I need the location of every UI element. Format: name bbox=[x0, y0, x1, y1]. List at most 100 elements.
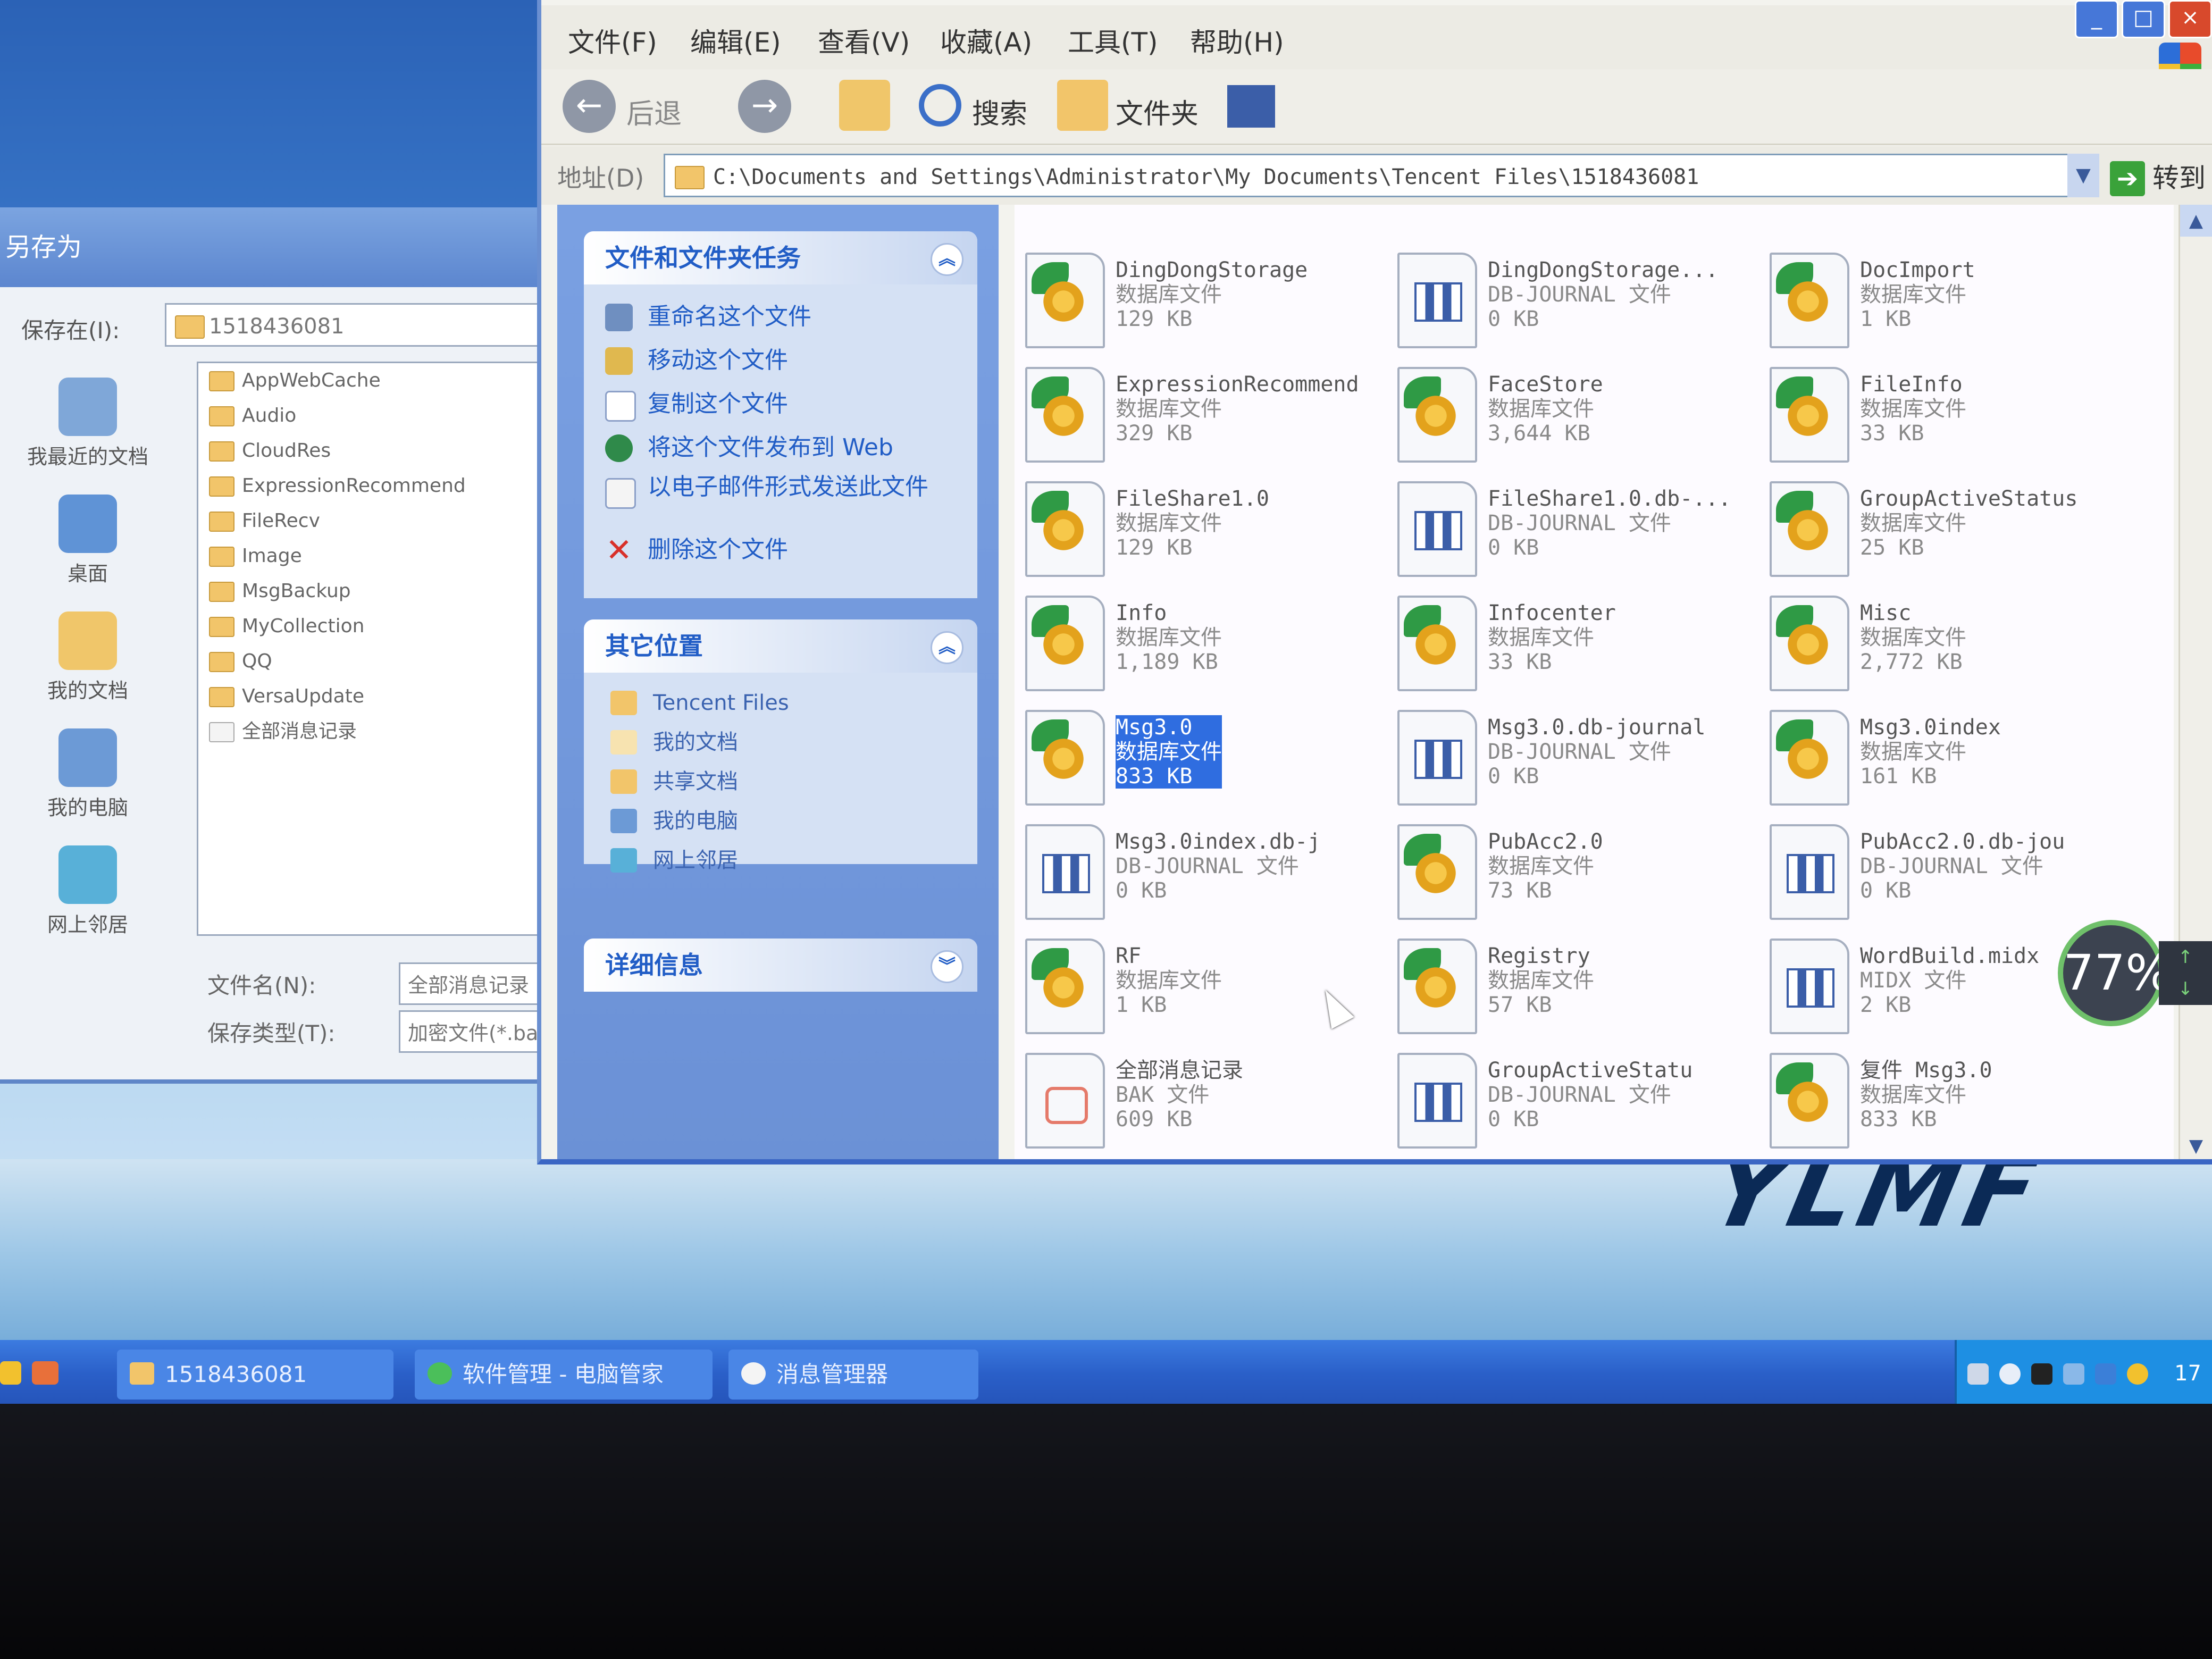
save-in-dropdown[interactable]: 1518436081 bbox=[165, 303, 580, 347]
task-publish-web[interactable]: 将这个文件发布到 Web bbox=[584, 426, 977, 470]
minimize-button[interactable]: _ bbox=[2075, 0, 2118, 38]
list-item[interactable]: ExpressionRecommend bbox=[198, 468, 578, 504]
file-item[interactable]: GroupActiveStatu DB-JOURNAL 文件 0 KB bbox=[1397, 1048, 1770, 1154]
journal-icon bbox=[1397, 253, 1477, 348]
list-item[interactable]: Image bbox=[198, 539, 578, 574]
views-icon[interactable] bbox=[1227, 85, 1275, 128]
forward-arrow-icon[interactable]: → bbox=[738, 80, 791, 133]
place-network[interactable]: 网上邻居 bbox=[0, 845, 175, 937]
file-item[interactable]: Msg3.0.db-journal DB-JOURNAL 文件 0 KB bbox=[1397, 705, 1770, 811]
file-item[interactable]: Info 数据库文件 1,189 KB bbox=[1025, 590, 1397, 697]
back-button-label[interactable]: 后退 bbox=[626, 91, 682, 131]
file-item[interactable]: Infocenter 数据库文件 33 KB bbox=[1397, 590, 1770, 697]
speed-badge[interactable]: 77% bbox=[2058, 920, 2172, 1026]
menu-tools[interactable]: 工具(T) bbox=[1068, 21, 1158, 60]
file-item[interactable]: DingDongStorage... DB-JOURNAL 文件 0 KB bbox=[1397, 247, 1770, 354]
dialog-file-list[interactable]: AppWebCache Audio CloudRes ExpressionRec… bbox=[197, 362, 580, 936]
search-icon[interactable] bbox=[919, 84, 961, 127]
file-type: DB-JOURNAL 文件 bbox=[1488, 740, 1671, 764]
keyboard-icon[interactable] bbox=[1967, 1363, 1989, 1385]
menu-view[interactable]: 查看(V) bbox=[818, 21, 910, 60]
file-item[interactable]: Misc 数据库文件 2,772 KB bbox=[1770, 590, 2142, 697]
database-icon bbox=[1770, 710, 1849, 806]
task-copy[interactable]: 复制这个文件 bbox=[584, 382, 977, 426]
menu-favorites[interactable]: 收藏(A) bbox=[940, 21, 1032, 60]
volume-icon[interactable] bbox=[1999, 1363, 2021, 1385]
file-item[interactable]: FileShare1.0 数据库文件 129 KB bbox=[1025, 476, 1397, 582]
place-desktop[interactable]: 桌面 bbox=[0, 495, 175, 586]
file-item[interactable]: DocImport 数据库文件 1 KB bbox=[1770, 247, 2142, 354]
list-item[interactable]: MyCollection bbox=[198, 609, 578, 644]
file-item[interactable]: FaceStore 数据库文件 3,644 KB bbox=[1397, 362, 1770, 468]
scroll-down-icon[interactable]: ▼ bbox=[2180, 1130, 2212, 1159]
maximize-button[interactable]: □ bbox=[2122, 0, 2165, 38]
chevron-down-icon[interactable]: ︾ bbox=[931, 950, 963, 983]
list-item[interactable]: AppWebCache bbox=[198, 363, 578, 398]
task-rename[interactable]: 重命名这个文件 bbox=[584, 295, 977, 339]
list-item[interactable]: Audio bbox=[198, 398, 578, 433]
taskbar-button-pc-manager[interactable]: 软件管理 - 电脑管家 bbox=[415, 1350, 713, 1400]
list-item[interactable]: FileRecv bbox=[198, 504, 578, 539]
scroll-up-icon[interactable]: ▲ bbox=[2180, 205, 2212, 237]
file-item[interactable]: ExpressionRecommend 数据库文件 329 KB bbox=[1025, 362, 1397, 468]
network-icon[interactable] bbox=[2063, 1363, 2084, 1385]
place-my-documents[interactable]: 我的文档 bbox=[584, 723, 977, 762]
go-arrow-icon: ➔ bbox=[2110, 161, 2145, 196]
list-item[interactable]: QQ bbox=[198, 644, 578, 679]
place-shared-documents[interactable]: 共享文档 bbox=[584, 762, 977, 801]
taskbar-button-explorer[interactable]: 1518436081 bbox=[117, 1350, 393, 1400]
menu-edit[interactable]: 编辑(E) bbox=[690, 21, 781, 60]
go-button[interactable]: ➔ 转到 bbox=[2110, 157, 2206, 196]
file-item[interactable]: DingDongStorage 数据库文件 129 KB bbox=[1025, 247, 1397, 354]
chevron-up-icon[interactable]: ︽ bbox=[931, 631, 963, 664]
menu-file[interactable]: 文件(F) bbox=[568, 21, 657, 60]
quick-launch-icon[interactable] bbox=[32, 1361, 58, 1385]
shield-icon[interactable] bbox=[2095, 1363, 2116, 1385]
list-item[interactable]: VersaUpdate bbox=[198, 679, 578, 714]
file-item[interactable]: PubAcc2.0.db-jou DB-JOURNAL 文件 0 KB bbox=[1770, 819, 2142, 925]
up-folder-icon[interactable] bbox=[839, 80, 890, 131]
task-email[interactable]: 以电子邮件形式发送此文件 bbox=[584, 470, 945, 528]
file-item[interactable]: Msg3.0index 数据库文件 161 KB bbox=[1770, 705, 2142, 811]
list-item[interactable]: MsgBackup bbox=[198, 574, 578, 609]
menu-help[interactable]: 帮助(H) bbox=[1190, 21, 1284, 60]
back-arrow-icon[interactable]: ← bbox=[563, 80, 616, 133]
file-item[interactable]: GroupActiveStatus 数据库文件 25 KB bbox=[1770, 476, 2142, 582]
place-my-computer[interactable]: 我的电脑 bbox=[584, 801, 977, 841]
file-item[interactable]: Msg3.0 数据库文件 833 KB bbox=[1025, 705, 1397, 811]
speed-badge-side[interactable]: ↑ ↓ bbox=[2159, 941, 2212, 1005]
panel-title[interactable]: 详细信息 ︾ bbox=[584, 939, 977, 992]
quick-launch-icon[interactable] bbox=[0, 1361, 21, 1385]
close-button[interactable]: × bbox=[2168, 0, 2212, 38]
chevron-up-icon[interactable]: ︽ bbox=[931, 243, 963, 276]
clock[interactable]: 17 bbox=[2174, 1361, 2201, 1386]
place-tencent-files[interactable]: Tencent Files bbox=[584, 683, 977, 723]
vertical-scrollbar[interactable]: ▲ ▼ bbox=[2179, 205, 2212, 1159]
file-item[interactable]: FileShare1.0.db-... DB-JOURNAL 文件 0 KB bbox=[1397, 476, 1770, 582]
folders-button-label[interactable]: 文件夹 bbox=[1116, 91, 1199, 131]
place-my-computer[interactable]: 我的电脑 bbox=[0, 728, 175, 820]
file-item[interactable]: FileInfo 数据库文件 33 KB bbox=[1770, 362, 2142, 468]
search-button-label[interactable]: 搜索 bbox=[972, 91, 1027, 131]
file-item[interactable]: Msg3.0index.db-j DB-JOURNAL 文件 0 KB bbox=[1025, 819, 1397, 925]
panel-title[interactable]: 文件和文件夹任务 ︽ bbox=[584, 231, 977, 284]
place-network[interactable]: 网上邻居 bbox=[584, 841, 977, 880]
file-item[interactable]: 复件 Msg3.0 数据库文件 833 KB bbox=[1770, 1048, 2142, 1154]
file-item[interactable]: Registry 数据库文件 57 KB bbox=[1397, 933, 1770, 1040]
taskbar-button-message-manager[interactable]: 消息管理器 bbox=[728, 1350, 978, 1400]
file-item[interactable]: 全部消息记录 BAK 文件 609 KB bbox=[1025, 1048, 1397, 1154]
address-input[interactable]: C:\Documents and Settings\Administrator\… bbox=[664, 154, 2089, 197]
qq-penguin-icon[interactable] bbox=[2031, 1363, 2052, 1385]
chevron-down-icon[interactable]: ▼ bbox=[2067, 154, 2099, 197]
list-item[interactable]: 全部消息记录 bbox=[198, 714, 578, 749]
place-my-documents[interactable]: 我的文档 bbox=[0, 611, 175, 703]
folders-icon[interactable] bbox=[1057, 80, 1108, 131]
file-item[interactable]: PubAcc2.0 数据库文件 73 KB bbox=[1397, 819, 1770, 925]
list-item[interactable]: CloudRes bbox=[198, 433, 578, 468]
task-delete[interactable]: ✕ 删除这个文件 bbox=[584, 528, 977, 572]
file-view[interactable]: DingDongStorage 数据库文件 129 KB DingDongStorag… bbox=[1015, 205, 2174, 1159]
security-icon[interactable] bbox=[2127, 1363, 2148, 1385]
panel-title[interactable]: 其它位置 ︽ bbox=[584, 619, 977, 673]
place-recent[interactable]: 我最近的文档 bbox=[0, 378, 175, 470]
task-move[interactable]: 移动这个文件 bbox=[584, 339, 977, 382]
